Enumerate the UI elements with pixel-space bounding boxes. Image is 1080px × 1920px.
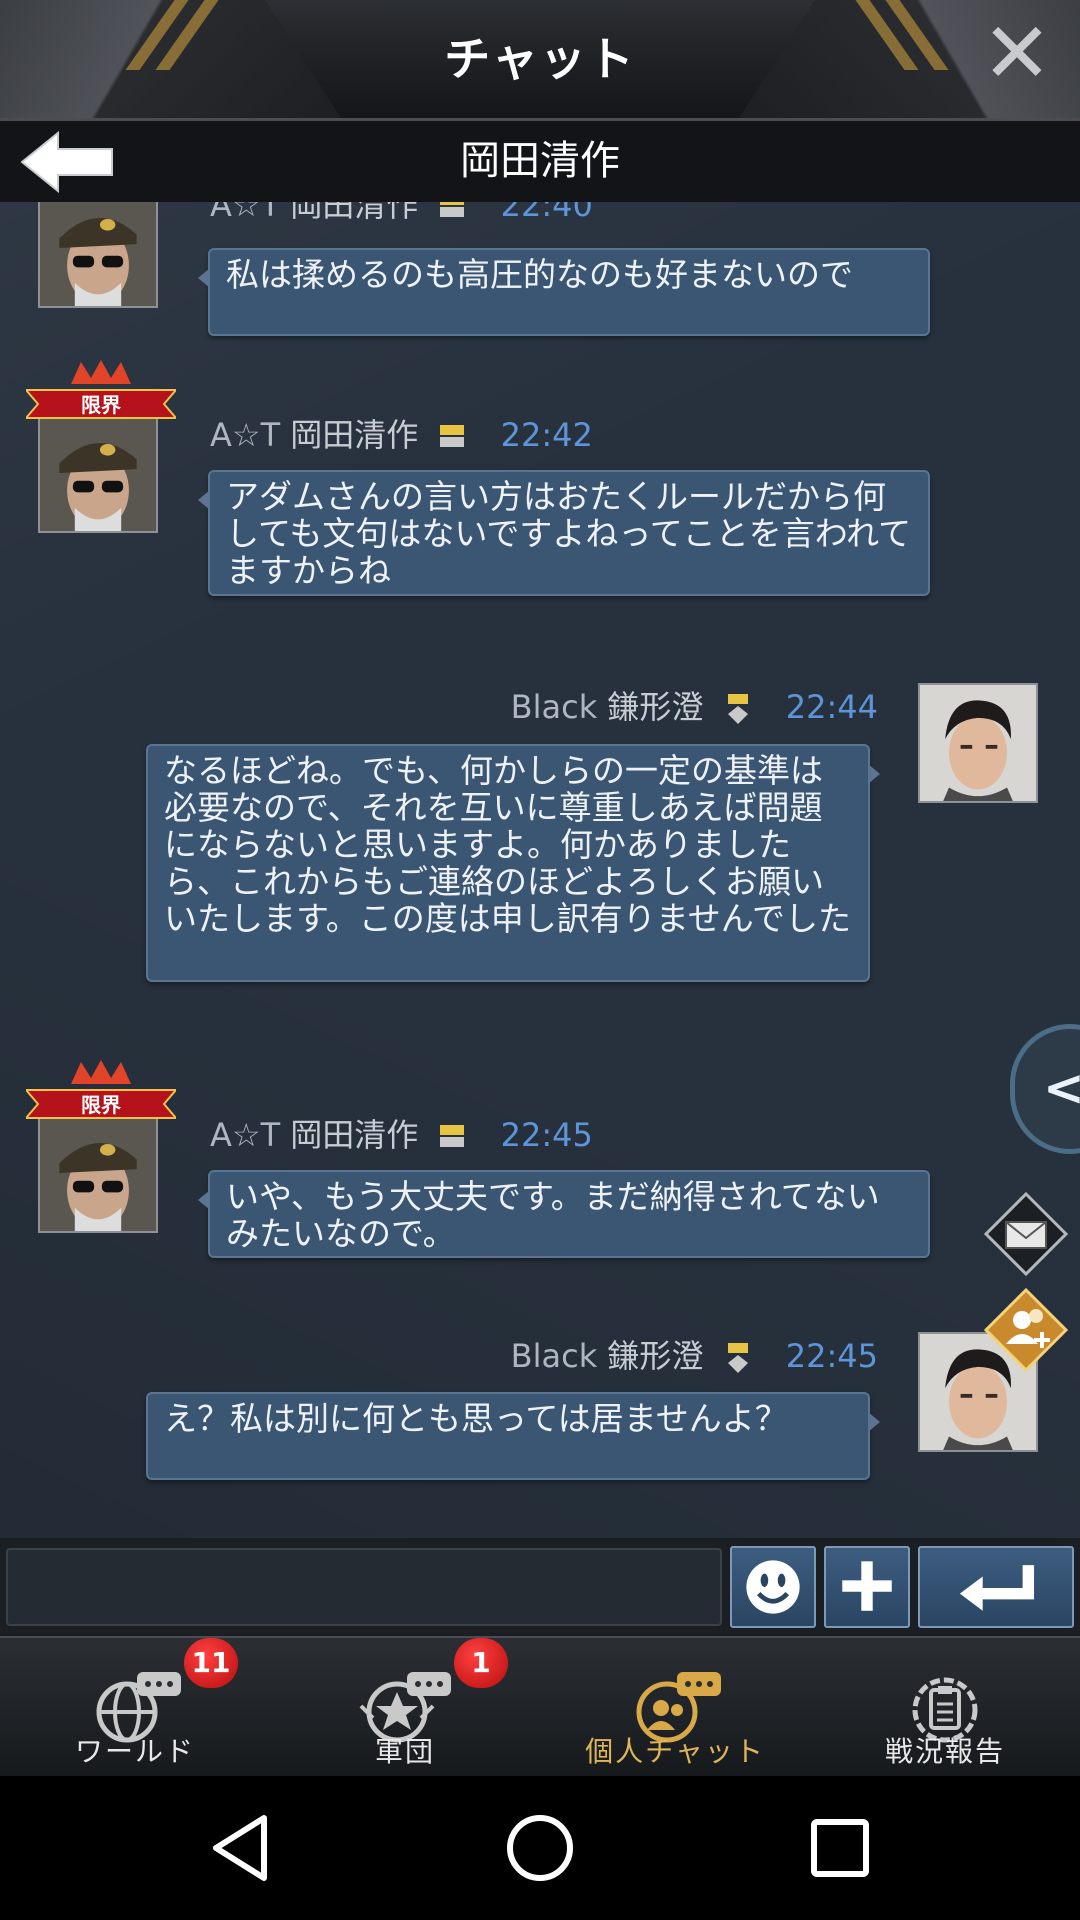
page-title: チャット <box>444 32 636 86</box>
rank-medal-icon <box>440 425 465 447</box>
sender-prefix: A☆T <box>210 202 281 224</box>
conversation-partner-name: 岡田清作 <box>460 138 620 184</box>
nav-recents-button[interactable] <box>800 1808 880 1888</box>
message-bubble[interactable]: いや、もう大丈夫です。まだ納得されてないみたいなので。 <box>198 1170 930 1258</box>
message-input-bar <box>0 1538 1080 1636</box>
add-friend-icon <box>983 1287 1069 1373</box>
smiley-icon <box>746 1560 800 1614</box>
sender-prefix: Black <box>510 688 598 726</box>
tab-label: 戦況報告 <box>884 1735 1005 1768</box>
message-time: 22:45 <box>785 1337 878 1375</box>
message-time: 22:42 <box>500 416 593 454</box>
sender-prefix: Black <box>510 1337 598 1375</box>
message-meta: A☆T 岡田清作 22:40 <box>210 202 593 226</box>
send-button[interactable] <box>918 1546 1074 1628</box>
message-text: なるほどね。でも、何かしらの一定の基準は必要なので、それを互いに尊重しあえば問題… <box>164 751 852 938</box>
message-meta: Black 鎌形澄 22:44 <box>511 682 878 728</box>
limit-badge-text: 限界 <box>81 1093 121 1117</box>
tab-battle-report[interactable]: 戦況報告 <box>810 1638 1080 1778</box>
avatar[interactable] <box>38 1113 158 1233</box>
bottom-tab-bar: ワールド 軍団 個人チャット 戦況報告 <box>0 1636 1080 1778</box>
system-navigation-bar <box>0 1776 1080 1920</box>
double-chevron-left-icon: << <box>1043 1059 1080 1117</box>
message-meta: A☆T 岡田清作 22:45 <box>210 1110 593 1156</box>
soldier-portrait <box>40 202 156 306</box>
side-panel-toggle[interactable]: << <box>1010 1024 1080 1154</box>
limit-rank-badge: 限界 <box>23 360 179 426</box>
conversation-header: 岡田清作 <box>0 121 1080 202</box>
circle-home-icon <box>507 1815 573 1881</box>
rank-medal-icon <box>727 694 748 724</box>
message-time: 22:44 <box>785 688 878 726</box>
avatar[interactable] <box>38 413 158 533</box>
message-input[interactable] <box>6 1548 722 1626</box>
emoji-button[interactable] <box>730 1546 816 1628</box>
rank-medal-icon <box>440 1125 465 1147</box>
message-bubble[interactable]: なるほどね。でも、何かしらの一定の基準は必要なので、それを互いに尊重しあえば問題… <box>146 744 880 982</box>
message-text: え？私は別に何とも思っては居ませんよ？ <box>164 1399 788 1438</box>
square-recents-icon <box>811 1819 869 1877</box>
avatar[interactable] <box>918 683 1038 803</box>
soldier-portrait <box>40 1115 156 1231</box>
chat-message-list[interactable]: A☆T 岡田清作 22:40 私は揉めるのも高圧的なのも好まないので 限界 A☆… <box>0 202 1080 1538</box>
tab-private-chat[interactable]: 個人チャット <box>540 1638 810 1778</box>
message-meta: A☆T 岡田清作 22:42 <box>210 410 593 456</box>
limit-badge-text: 限界 <box>81 393 121 417</box>
tab-label: 軍団 <box>374 1735 435 1768</box>
sender-name: 岡田清作 <box>290 416 419 454</box>
close-button[interactable]: ✕ <box>980 11 1054 95</box>
sender-name: 岡田清作 <box>290 202 419 224</box>
message-bubble[interactable]: 私は揉めるのも高圧的なのも好まないので <box>198 248 930 336</box>
rank-medal-icon <box>440 202 465 217</box>
message-text: いや、もう大丈夫です。まだ納得されてないみたいなので。 <box>226 1177 880 1253</box>
young-man-portrait <box>920 685 1036 801</box>
rank-medal-icon <box>727 1343 748 1373</box>
add-friend-button[interactable] <box>983 1287 1069 1373</box>
sender-prefix: A☆T <box>210 416 281 454</box>
sender-prefix: A☆T <box>210 1116 281 1154</box>
close-icon: ✕ <box>981 4 1053 102</box>
message-time: 22:45 <box>500 1116 593 1154</box>
back-arrow-icon <box>20 130 113 194</box>
message-text: 私は揉めるのも高圧的なのも好まないので <box>226 255 853 294</box>
message-text: アダムさんの言い方はおたくルールだから何しても文句はないですよねってことを言われ… <box>226 477 912 590</box>
nav-home-button[interactable] <box>500 1808 580 1888</box>
sender-name: 鎌形澄 <box>607 1337 704 1375</box>
attach-plus-button[interactable] <box>824 1546 910 1628</box>
sender-name: 鎌形澄 <box>607 688 704 726</box>
tab-label: 個人チャット <box>585 1735 765 1768</box>
back-button[interactable] <box>18 129 118 195</box>
nav-back-button[interactable] <box>202 1808 282 1888</box>
tab-label: ワールド <box>74 1735 195 1768</box>
avatar[interactable] <box>38 202 158 308</box>
soldier-portrait <box>40 415 156 531</box>
mail-icon <box>983 1191 1069 1277</box>
title-bar: チャット ✕ <box>0 0 1080 121</box>
sender-name: 岡田清作 <box>290 1116 419 1154</box>
limit-rank-badge: 限界 <box>23 1060 179 1126</box>
mail-button[interactable] <box>983 1191 1069 1277</box>
message-meta: Black 鎌形澄 22:45 <box>511 1331 878 1377</box>
triangle-back-icon <box>213 1815 267 1881</box>
message-bubble[interactable]: え？私は別に何とも思っては居ませんよ？ <box>146 1392 880 1480</box>
message-time: 22:40 <box>500 202 593 224</box>
enter-return-icon <box>959 1565 1035 1611</box>
plus-icon <box>842 1561 892 1611</box>
unread-count-badge: 11 <box>184 1638 238 1688</box>
message-bubble[interactable]: アダムさんの言い方はおたくルールだから何しても文句はないですよねってことを言われ… <box>198 470 930 596</box>
unread-count-badge: 1 <box>454 1638 508 1688</box>
